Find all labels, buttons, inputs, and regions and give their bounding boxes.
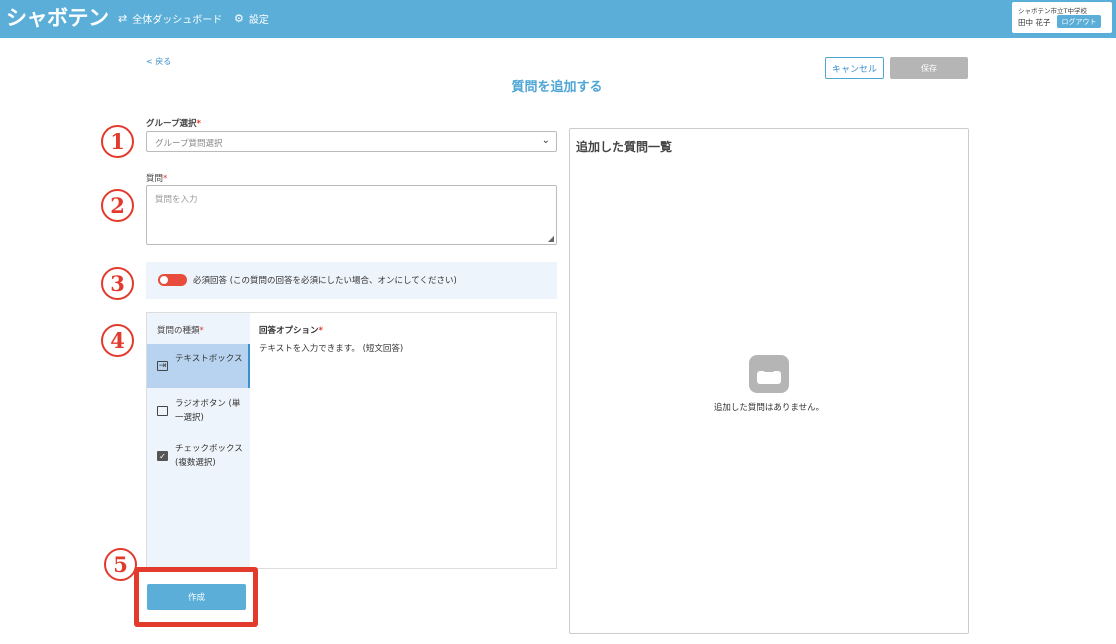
user-name: 田中 花子 xyxy=(1018,18,1051,27)
added-questions-panel: 追加した質問一覧 追加した質問はありません。 xyxy=(569,128,969,634)
resize-handle-icon[interactable]: ◢ xyxy=(548,234,554,243)
nav-settings-label: 設定 xyxy=(248,15,269,26)
question-placeholder: 質問を入力 xyxy=(155,195,198,205)
save-button[interactable]: 保存 xyxy=(890,57,968,79)
type-textbox-label: テキストボックス xyxy=(175,354,243,364)
required-toggle-label: 必須回答 (この質問の回答を必須にしたい場合、オンにしてください) xyxy=(193,276,457,286)
toggle-knob xyxy=(160,276,168,284)
nav-dashboard[interactable]: ⇄ 全体ダッシュボード xyxy=(118,11,222,26)
marker-2: 2 xyxy=(101,189,134,222)
type-checkbox-label: チェックボックス (複数選択) xyxy=(175,444,243,468)
back-link[interactable]: < 戻る xyxy=(146,56,171,67)
inbox-tray xyxy=(757,371,781,384)
group-required-mark: * xyxy=(196,119,201,129)
question-type-header: 質問の種類* xyxy=(157,324,204,336)
marker-4: 4 xyxy=(101,324,134,357)
answer-options-required-mark: * xyxy=(318,326,323,336)
group-select[interactable]: グループ質問選択 ⌄ xyxy=(146,131,557,152)
group-select-placeholder: グループ質問選択 xyxy=(155,139,223,149)
type-radio-label: ラジオボタン (単一選択) xyxy=(175,399,241,423)
logout-button[interactable]: ログアウト xyxy=(1057,15,1101,28)
nav-settings[interactable]: ⚙ 設定 xyxy=(234,11,269,26)
question-required-mark: * xyxy=(163,174,168,184)
checked-checkbox-icon: ✓ xyxy=(157,451,168,461)
gear-icon: ⚙ xyxy=(234,12,244,25)
refresh-icon: ⇄ xyxy=(118,12,128,25)
question-textarea[interactable]: 質問を入力 ◢ xyxy=(146,185,557,245)
question-type-header-text: 質問の種類 xyxy=(157,326,200,336)
page-title: 質問を追加する xyxy=(511,80,603,95)
question-type-required-mark: * xyxy=(199,326,204,336)
panel-title: 追加した質問一覧 xyxy=(576,140,673,154)
create-button[interactable]: 作成 xyxy=(147,584,246,610)
text-input-icon: ⇥ xyxy=(157,361,168,371)
app-header: シャボテン ⇄ 全体ダッシュボード ⚙ 設定 シャボテン市立T中学校 田中 花子… xyxy=(0,0,1116,38)
question-type-list: 質問の種類* ⇥ テキストボックス ラジオボタン (単一選択) ✓ チェックボッ… xyxy=(147,313,250,568)
answer-options-header-text: 回答オプション xyxy=(259,326,319,336)
question-label: 質問* xyxy=(146,172,167,184)
required-toggle-row: 必須回答 (この質問の回答を必須にしたい場合、オンにしてください) xyxy=(146,262,557,299)
chevron-down-icon: ⌄ xyxy=(541,135,550,146)
empty-checkbox-icon xyxy=(157,406,168,416)
question-type-box: 質問の種類* ⇥ テキストボックス ラジオボタン (単一選択) ✓ チェックボッ… xyxy=(146,312,557,569)
cancel-button[interactable]: キャンセル xyxy=(825,57,884,79)
inbox-icon xyxy=(749,355,789,393)
type-textbox[interactable]: ⇥ テキストボックス xyxy=(147,344,250,388)
nav-dashboard-label: 全体ダッシュボード xyxy=(132,15,223,26)
school-name: シャボテン市立T中学校 xyxy=(1018,7,1087,15)
group-label: グループ選択* xyxy=(146,117,201,129)
type-checkbox[interactable]: ✓ チェックボックス (複数選択) xyxy=(147,434,250,478)
question-label-text: 質問 xyxy=(146,174,164,184)
answer-options-text: テキストを入力できます。 (短文回答) xyxy=(259,344,404,354)
group-label-text: グループ選択 xyxy=(146,119,197,129)
marker-1: 1 xyxy=(101,125,134,158)
inbox-slot xyxy=(764,368,774,372)
empty-message: 追加した質問はありません。 xyxy=(713,403,825,413)
user-box: シャボテン市立T中学校 田中 花子 ログアウト xyxy=(1012,2,1112,33)
marker-5: 5 xyxy=(104,548,137,581)
marker-3: 3 xyxy=(101,267,134,300)
required-toggle[interactable] xyxy=(158,274,187,286)
type-radio[interactable]: ラジオボタン (単一選択) xyxy=(147,389,250,433)
app-logo[interactable]: シャボテン xyxy=(6,2,109,32)
answer-options-header: 回答オプション* xyxy=(259,324,323,336)
